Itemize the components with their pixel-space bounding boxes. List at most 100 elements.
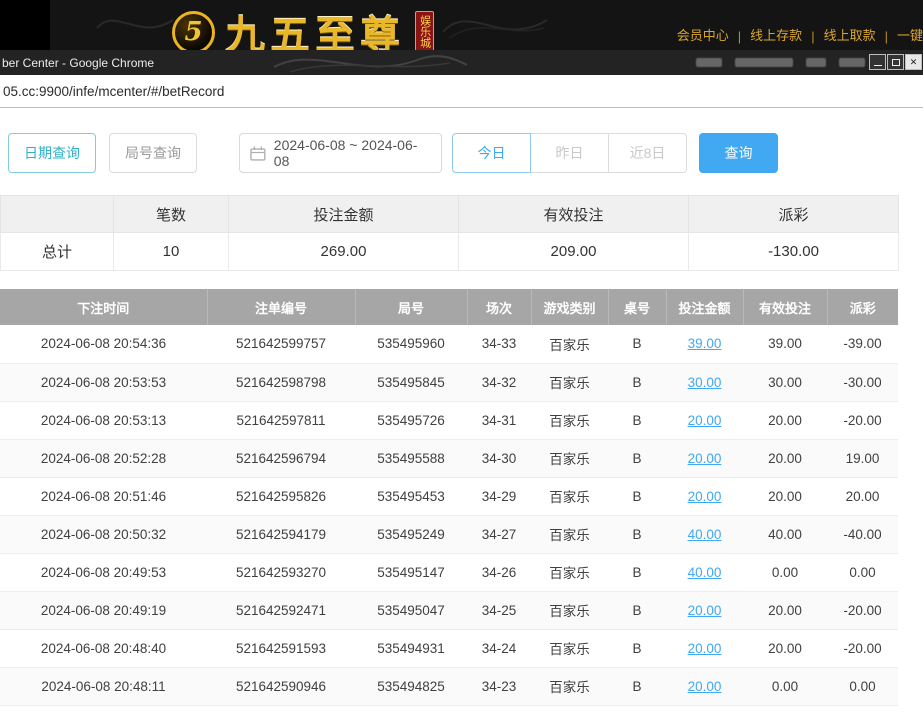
bet-amount-link[interactable]: 40.00 <box>688 565 722 580</box>
table-row: 2024-06-08 20:51:46521642595826535495453… <box>0 477 898 515</box>
cell-round-id: 535495726 <box>355 401 467 439</box>
cell-bet-time: 2024-06-08 20:50:32 <box>0 515 207 553</box>
cell-table-id: B <box>608 591 666 629</box>
summary-col-bet: 投注金额 <box>229 196 459 233</box>
header-corner-block <box>0 0 50 50</box>
nav-member-center[interactable]: 会员中心 <box>677 25 729 44</box>
search-button[interactable]: 查询 <box>699 133 778 173</box>
restore-button[interactable] <box>887 54 904 70</box>
bet-amount-link[interactable]: 39.00 <box>688 336 722 351</box>
restore-icon <box>892 59 900 66</box>
col-header-bet-time: 下注时间 <box>0 289 207 325</box>
cell-session: 34-33 <box>467 325 531 363</box>
bet-amount-link[interactable]: 20.00 <box>688 451 722 466</box>
yesterday-button[interactable]: 昨日 <box>530 133 609 173</box>
decorative-swirl <box>440 8 550 42</box>
cell-valid-bet: 20.00 <box>743 401 827 439</box>
cell-round-id: 535494931 <box>355 629 467 667</box>
round-query-tab[interactable]: 局号查询 <box>109 133 197 173</box>
cell-session: 34-29 <box>467 477 531 515</box>
cell-valid-bet: 39.00 <box>743 325 827 363</box>
cell-valid-bet: 30.00 <box>743 363 827 401</box>
minimize-icon <box>874 65 882 66</box>
bet-record-table: 下注时间注单编号局号场次游戏类别桌号投注金额有效投注派彩 2024-06-08 … <box>0 289 898 706</box>
ghost-text-row <box>696 58 865 67</box>
cell-table-id: B <box>608 553 666 591</box>
cell-table-id: B <box>608 515 666 553</box>
cell-bet-amount: 20.00 <box>666 477 743 515</box>
cell-table-id: B <box>608 629 666 667</box>
cell-game-type: 百家乐 <box>531 591 608 629</box>
bet-table-body: 2024-06-08 20:54:36521642599757535495960… <box>0 325 898 705</box>
cell-order-id: 521642594179 <box>207 515 355 553</box>
summary-header-row: 笔数 投注金额 有效投注 派彩 <box>1 196 899 233</box>
bet-amount-link[interactable]: 20.00 <box>688 603 722 618</box>
last8days-button[interactable]: 近8日 <box>608 133 687 173</box>
screen: 5 九五至尊 娱乐城 会员中心 | 线上存款 | 线上取款 | 一键 ber C… <box>0 0 923 726</box>
bet-amount-link[interactable]: 20.00 <box>688 413 722 428</box>
cell-order-id: 521642590946 <box>207 667 355 705</box>
nav-one-click[interactable]: 一键 <box>897 25 923 44</box>
cell-table-id: B <box>608 439 666 477</box>
cell-table-id: B <box>608 477 666 515</box>
ghost-text <box>839 58 865 67</box>
cell-order-id: 521642595826 <box>207 477 355 515</box>
address-bar[interactable]: 05.cc:9900/infe/mcenter/#/betRecord <box>0 75 923 108</box>
nav-separator: | <box>738 29 741 44</box>
cell-bet-time: 2024-06-08 20:53:53 <box>0 363 207 401</box>
col-header-order-id: 注单编号 <box>207 289 355 325</box>
ghost-text <box>696 58 722 67</box>
cell-payout: -40.00 <box>827 515 898 553</box>
cell-valid-bet: 20.00 <box>743 591 827 629</box>
bet-amount-link[interactable]: 20.00 <box>688 641 722 656</box>
cell-order-id: 521642598798 <box>207 363 355 401</box>
cell-session: 34-23 <box>467 667 531 705</box>
ghost-text <box>735 58 793 67</box>
bet-amount-link[interactable]: 20.00 <box>688 489 722 504</box>
cell-payout: -20.00 <box>827 591 898 629</box>
cell-payout: -30.00 <box>827 363 898 401</box>
nav-online-deposit[interactable]: 线上存款 <box>750 25 802 44</box>
summary-total-bet: 269.00 <box>229 233 459 271</box>
cell-bet-amount: 20.00 <box>666 439 743 477</box>
url-text[interactable]: 05.cc:9900/infe/mcenter/#/betRecord <box>3 84 224 99</box>
close-button[interactable]: ✕ <box>905 54 922 70</box>
cell-session: 34-30 <box>467 439 531 477</box>
cell-bet-amount: 39.00 <box>666 325 743 363</box>
summary-total-row: 总计 10 269.00 209.00 -130.00 <box>1 233 899 271</box>
date-query-tab[interactable]: 日期查询 <box>8 133 96 173</box>
cell-payout: -20.00 <box>827 629 898 667</box>
site-title: 九五至尊 <box>225 3 405 50</box>
window-title: ber Center - Google Chrome <box>2 56 154 70</box>
minimize-button[interactable] <box>869 54 886 70</box>
col-header-bet-amount: 投注金额 <box>666 289 743 325</box>
cell-bet-time: 2024-06-08 20:53:13 <box>0 401 207 439</box>
cell-round-id: 535495588 <box>355 439 467 477</box>
cell-bet-time: 2024-06-08 20:48:40 <box>0 629 207 667</box>
bet-amount-link[interactable]: 30.00 <box>688 375 722 390</box>
decorative-swirl <box>270 51 470 75</box>
table-row: 2024-06-08 20:53:53521642598798535495845… <box>0 363 898 401</box>
cell-game-type: 百家乐 <box>531 477 608 515</box>
table-row: 2024-06-08 20:50:32521642594179535495249… <box>0 515 898 553</box>
bet-amount-link[interactable]: 40.00 <box>688 527 722 542</box>
today-button[interactable]: 今日 <box>452 133 531 173</box>
date-range-input[interactable]: 2024-06-08 ~ 2024-06-08 <box>239 133 442 173</box>
decorative-swirl <box>95 10 175 40</box>
cell-bet-time: 2024-06-08 20:49:53 <box>0 553 207 591</box>
cell-bet-amount: 20.00 <box>666 401 743 439</box>
bet-amount-link[interactable]: 20.00 <box>688 679 722 694</box>
nav-online-withdraw[interactable]: 线上取款 <box>824 25 876 44</box>
cell-session: 34-31 <box>467 401 531 439</box>
col-header-session: 场次 <box>467 289 531 325</box>
cell-round-id: 535495147 <box>355 553 467 591</box>
cell-table-id: B <box>608 363 666 401</box>
cell-bet-amount: 20.00 <box>666 591 743 629</box>
col-header-table-id: 桌号 <box>608 289 666 325</box>
cell-session: 34-25 <box>467 591 531 629</box>
cell-session: 34-27 <box>467 515 531 553</box>
summary-col-valid: 有效投注 <box>459 196 689 233</box>
cell-bet-amount: 40.00 <box>666 553 743 591</box>
cell-round-id: 535495845 <box>355 363 467 401</box>
cell-order-id: 521642592471 <box>207 591 355 629</box>
